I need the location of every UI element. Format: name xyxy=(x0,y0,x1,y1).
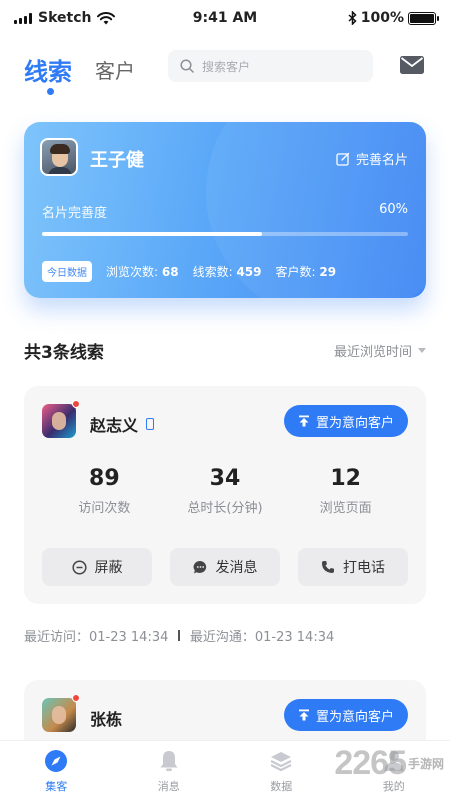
battery-icon xyxy=(408,11,439,25)
last-visit-text: 最近访问：01-23 14:34 xyxy=(24,630,169,645)
block-icon xyxy=(71,559,87,575)
caret-down-icon xyxy=(418,348,426,353)
unread-dot xyxy=(72,694,80,702)
avatar xyxy=(42,698,76,732)
nav-label: 消息 xyxy=(157,780,180,793)
completeness-progress-bar xyxy=(42,232,408,236)
pin-top-icon xyxy=(298,709,309,721)
stat-leads: 线索数: 459 xyxy=(192,265,262,279)
last-contact-text: 最近沟通：01-23 14:34 xyxy=(189,630,335,645)
today-stats: 今日数据 浏览次数: 68 线索数: 459 客户数: 29 xyxy=(42,261,336,282)
search-input[interactable]: 搜索客户 xyxy=(168,50,373,82)
leads-count-title: 共3条线索 xyxy=(24,343,104,363)
block-button[interactable]: 屏蔽 xyxy=(42,548,152,586)
status-right: 100% xyxy=(348,10,439,26)
tab-leads[interactable]: 线索 xyxy=(24,52,72,87)
mobile-device-icon xyxy=(146,418,155,430)
layers-icon xyxy=(269,749,293,773)
tab-customers[interactable]: 客户 xyxy=(95,55,135,84)
search-icon xyxy=(180,59,194,73)
metric-pages: 12 浏览页面 xyxy=(319,466,372,516)
completeness-label: 名片完善度 xyxy=(42,206,108,221)
sort-label: 最近浏览时间 xyxy=(333,345,412,360)
completeness-progress-fill xyxy=(42,232,262,236)
profile-avatar xyxy=(40,138,78,176)
metric-visits: 89 访问次数 xyxy=(78,466,131,516)
pin-top-icon xyxy=(298,415,309,427)
mail-icon[interactable] xyxy=(400,56,424,74)
divider xyxy=(178,630,180,641)
unread-dot xyxy=(72,400,80,408)
avatar xyxy=(42,404,76,438)
active-tab-indicator xyxy=(47,88,54,95)
stat-views: 浏览次数: 68 xyxy=(106,265,179,279)
send-message-button[interactable]: 发消息 xyxy=(170,548,280,586)
stat-customers: 客户数: 29 xyxy=(275,265,337,279)
set-intent-customer-button[interactable]: 置为意向客户 xyxy=(283,699,408,731)
lead-metrics: 89 访问次数 34 总时长(分钟) 12 浏览页面 xyxy=(24,466,426,516)
message-icon xyxy=(193,560,206,573)
nav-label: 集客 xyxy=(45,780,68,793)
lead-recent-activity: 最近访问：01-23 14:34 最近沟通：01-23 14:34 xyxy=(24,626,334,645)
site-watermark: 2265 手游网 xyxy=(334,744,444,782)
lead-actions: 屏蔽 发消息 打电话 xyxy=(42,548,408,586)
search-placeholder: 搜索客户 xyxy=(202,59,251,74)
bell-icon xyxy=(157,749,181,773)
profile-name: 王子健 xyxy=(90,150,144,171)
nav-item-messages[interactable]: 消息 xyxy=(113,741,226,800)
nav-label: 数据 xyxy=(270,780,293,793)
nav-item-data[interactable]: 数据 xyxy=(225,741,338,800)
metric-duration: 34 总时长(分钟) xyxy=(187,466,263,516)
edit-card-button[interactable]: 完善名片 xyxy=(336,149,408,168)
nav-item-collect[interactable]: 集客 xyxy=(0,741,113,800)
today-data-badge: 今日数据 xyxy=(42,261,92,282)
status-bar: Sketch 9:41 AM 100% xyxy=(0,0,450,36)
compass-icon xyxy=(44,749,68,773)
sort-dropdown[interactable]: 最近浏览时间 xyxy=(334,341,426,360)
edit-icon xyxy=(336,152,350,166)
edit-card-label: 完善名片 xyxy=(355,153,408,168)
call-button[interactable]: 打电话 xyxy=(298,548,408,586)
bluetooth-icon xyxy=(348,11,357,25)
set-intent-customer-button[interactable]: 置为意向客户 xyxy=(283,405,408,437)
top-header: 线索 客户 搜索客户 xyxy=(0,46,450,96)
completeness-value: 60% xyxy=(379,202,408,217)
profile-card[interactable]: 王子健 完善名片 名片完善度 60% 今日数据 浏览次数: 68 线索数: 45… xyxy=(24,122,426,298)
lead-card[interactable]: 赵志义 置为意向客户 89 访问次数 34 总时长(分钟) 12 浏览页面 屏蔽 xyxy=(24,386,426,604)
lead-name: 赵志义 xyxy=(90,412,155,436)
battery-percent: 100% xyxy=(360,10,404,26)
phone-call-icon xyxy=(322,561,334,573)
lead-name: 张栋 xyxy=(90,710,123,729)
